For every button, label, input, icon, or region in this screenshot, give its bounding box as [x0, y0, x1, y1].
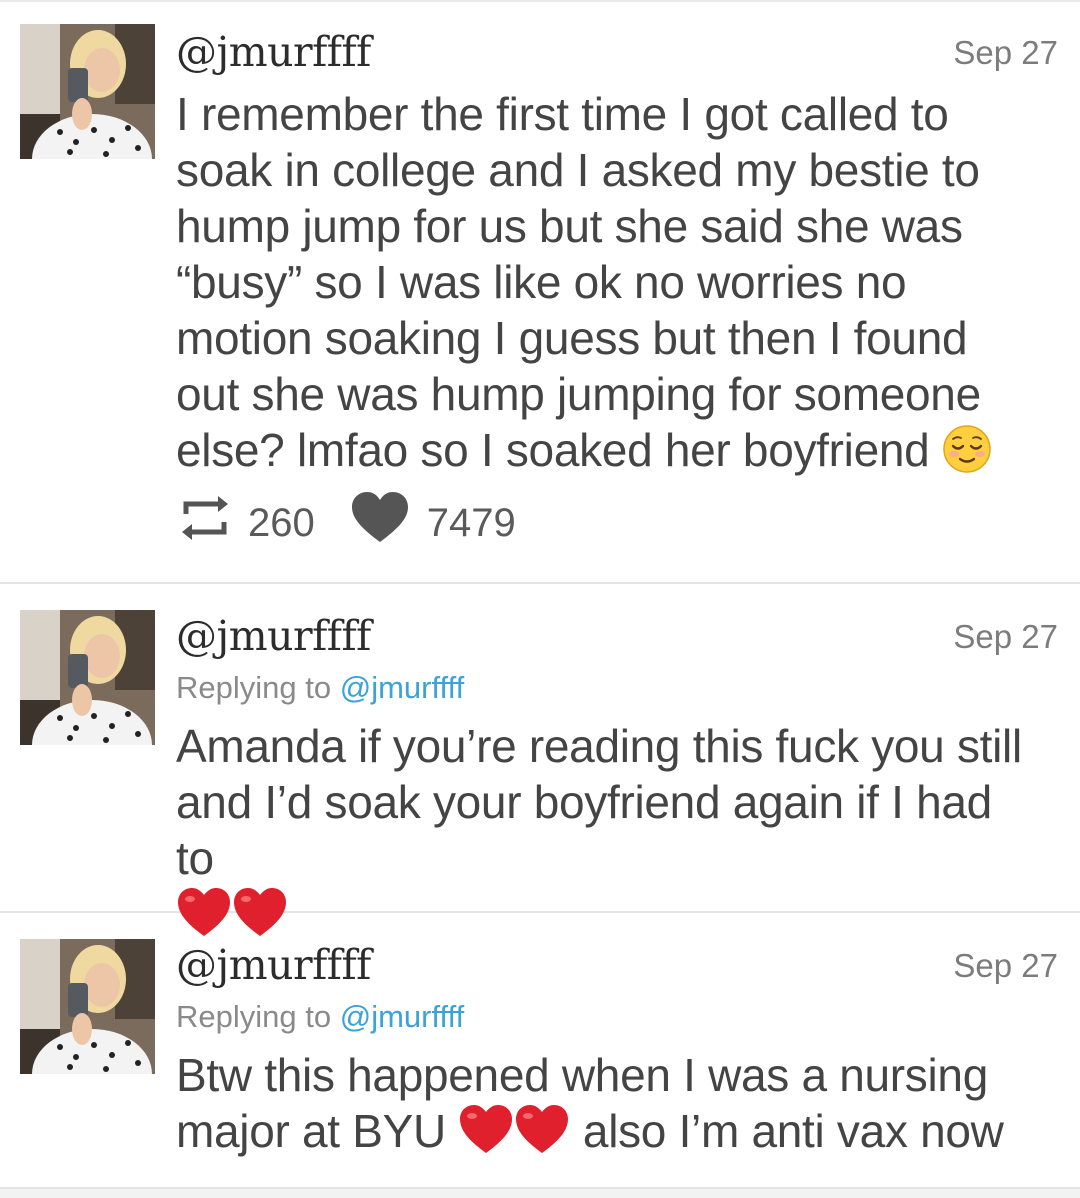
tweet-stats: 260 7479	[180, 492, 516, 550]
retweet-icon[interactable]	[180, 496, 230, 550]
reply-prefix: Replying to	[176, 670, 332, 705]
tweet-date[interactable]: Sep 27	[953, 34, 1058, 72]
tweet-text-tail: also I’m anti vax now	[582, 1105, 1004, 1157]
tweet-date[interactable]: Sep 27	[953, 618, 1058, 656]
tweet-date[interactable]: Sep 27	[953, 947, 1058, 985]
reply-prefix: Replying to	[176, 999, 332, 1034]
reply-context: Replying to @jmurffff	[176, 999, 464, 1035]
reply-mention-link[interactable]: @jmurffff	[340, 999, 465, 1034]
avatar[interactable]	[20, 939, 155, 1074]
like-action[interactable]: 7479	[351, 492, 516, 554]
retweet-count: 260	[248, 500, 315, 545]
tweet-feed: @jmurffff Sep 27 I remember the first ti…	[0, 0, 1080, 1198]
tweet-text-main: I remember the first time I got called t…	[176, 88, 981, 476]
avatar[interactable]	[20, 610, 155, 745]
tweet[interactable]: @jmurffff Sep 27 I remember the first ti…	[0, 0, 1080, 584]
tweet-handle[interactable]: @jmurffff	[176, 28, 371, 76]
tweet[interactable]: @jmurffff Sep 27 Replying to @jmurffff A…	[0, 584, 1080, 936]
tweet[interactable]: @jmurffff Sep 27 Replying to @jmurffff B…	[0, 913, 1080, 1189]
feed-bottom-edge	[0, 1189, 1080, 1198]
tweet-handle[interactable]: @jmurffff	[176, 941, 371, 989]
like-count: 7479	[426, 500, 516, 545]
heart-icon[interactable]	[351, 492, 409, 554]
reply-context: Replying to @jmurffff	[176, 670, 464, 706]
tweet-text-main: Amanda if you’re reading this fuck you s…	[176, 720, 1022, 884]
tweet-text: I remember the first time I got called t…	[176, 86, 1030, 478]
reply-mention-link[interactable]: @jmurffff	[340, 670, 465, 705]
retweet-action[interactable]: 260	[180, 496, 315, 550]
relieved-face-emoji	[942, 424, 992, 474]
tweet-text: Btw this happened when I was a nursing m…	[176, 1047, 1030, 1159]
tweet-text: Amanda if you’re reading this fuck you s…	[176, 718, 1030, 942]
two-red-hearts-emoji	[458, 1103, 570, 1155]
tweet-handle[interactable]: @jmurffff	[176, 612, 371, 660]
avatar[interactable]	[20, 24, 155, 159]
